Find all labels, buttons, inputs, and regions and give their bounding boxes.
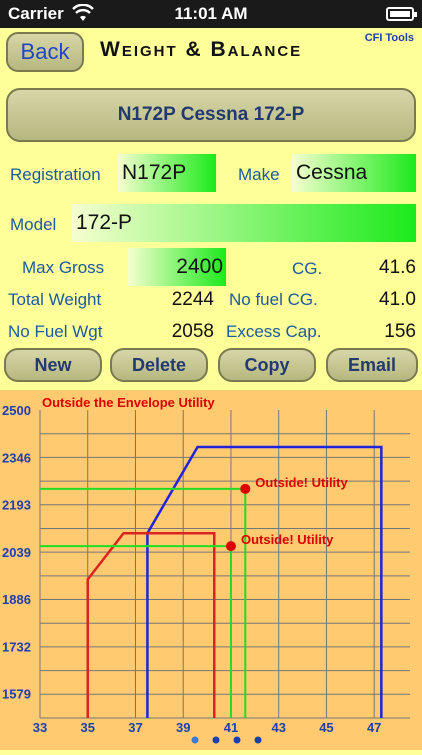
no-fuel-wgt-value: 2058 [171,321,214,342]
x-tick-label: 37 [128,720,142,735]
page-dot [212,736,220,744]
page-title: Weight & Balance [100,38,303,61]
x-tick-label: 33 [33,720,47,735]
page-dot [254,736,262,744]
max-gross-field[interactable]: 2400 [128,248,226,286]
cg-point-0 [240,483,251,494]
delete-button[interactable]: Delete [110,348,208,382]
copy-button[interactable]: Copy [218,348,316,382]
x-tick-label: 35 [81,720,95,735]
y-tick-label: 2500 [2,403,31,418]
email-button[interactable]: Email [326,348,418,382]
total-weight-value: 2244 [171,289,214,310]
y-tick-label: 1886 [2,592,31,607]
x-tick-label: 45 [319,720,333,735]
model-field[interactable]: 172-P [72,204,416,242]
y-tick-label: 2346 [2,450,31,465]
registration-field[interactable]: N172P [118,154,216,192]
page-dot [191,736,199,744]
envelope-chart-svg: Outside! Utility Outside! Utility 2500 234… [0,390,422,750]
make-label: Make [238,165,280,184]
page-dot [233,736,241,744]
y-tick-label: 2193 [2,498,31,513]
back-button[interactable]: Back [6,32,84,72]
cg-point-1 [225,541,236,552]
registration-label: Registration [10,165,101,184]
x-tick-label: 39 [176,720,190,735]
x-tick-label: 47 [367,720,381,735]
cg-value: 41.6 [379,257,416,278]
total-weight-label: Total Weight [8,290,102,309]
cg-point-label: Outside! Utility [255,475,348,490]
max-gross-label: Max Gross [22,258,105,277]
status-bar: Carrier 11:01 AM [0,0,422,28]
cg-point-label: Outside! Utility [241,532,334,547]
excess-cap-value: 156 [384,321,416,342]
excess-cap-label: Excess Cap. [226,322,322,341]
brand-label: CFI Tools [364,32,414,44]
chart-title: Outside the Envelope Utility [42,395,215,410]
no-fuel-wgt-label: No Fuel Wgt [8,322,103,341]
make-field[interactable]: Cessna [292,154,416,192]
battery-icon [386,7,417,21]
no-fuel-cg-value: 41.0 [379,289,416,310]
new-button[interactable]: New [4,348,102,382]
no-fuel-cg-label: No fuel CG. [229,290,318,309]
aircraft-select-button[interactable]: N172P Cessna 172-P [6,88,416,142]
x-tick-label: 41 [224,720,238,735]
y-tick-label: 2039 [2,545,31,560]
y-tick-label: 1732 [2,640,31,655]
y-tick-label: 1579 [2,687,31,702]
clock: 11:01 AM [174,4,248,23]
cg-label: CG. [292,259,323,278]
model-label: Model [10,215,57,234]
x-tick-label: 43 [271,720,285,735]
envelope-chart[interactable]: Outside! Utility Outside! Utility 2500 234… [0,390,422,750]
